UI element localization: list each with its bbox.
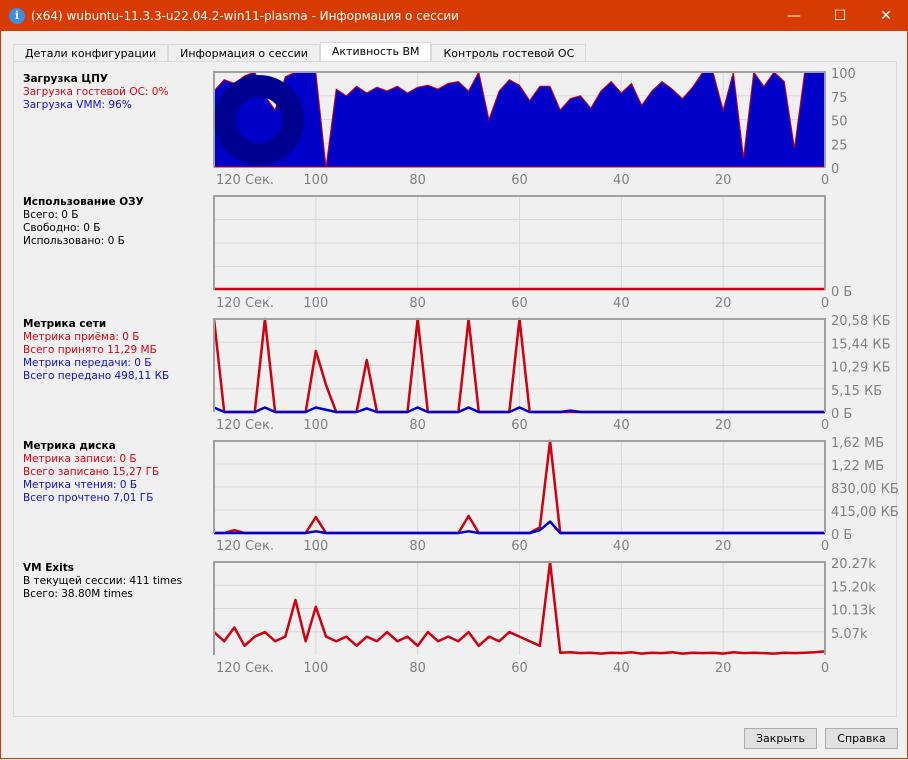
- ram-x-tick: 60: [511, 296, 528, 311]
- cpu-y-tick: 100: [831, 67, 856, 82]
- net-x-tick: 60: [511, 418, 528, 433]
- disk-y-tick: 1,62 МБ: [831, 436, 884, 451]
- disk-x-tick: 100: [303, 539, 328, 554]
- net-y-tick: 15,44 КБ: [831, 337, 891, 352]
- net-y-tick: 10,29 КБ: [831, 361, 891, 376]
- net-x-tick: 120 Сек.: [216, 418, 274, 433]
- disk-y-tick: 0 Б: [831, 528, 852, 543]
- exits-x-tick: 120 Сек.: [216, 661, 274, 676]
- net-x-tick: 0: [821, 418, 829, 433]
- ram-x-tick: 120 Сек.: [216, 296, 274, 311]
- cpu-x-tick: 0: [821, 173, 829, 188]
- help-button[interactable]: Справка: [825, 728, 898, 749]
- disk-x-tick: 40: [613, 539, 630, 554]
- net-x-tick: 100: [303, 418, 328, 433]
- exits-x-tick: 80: [409, 661, 426, 676]
- cpu-x-tick: 100: [303, 173, 328, 188]
- disk-x-tick: 120 Сек.: [216, 539, 274, 554]
- cpu-y-tick: 0: [831, 162, 839, 177]
- close-button[interactable]: Закрыть: [744, 728, 817, 749]
- disk-y-tick: 1,22 МБ: [831, 459, 884, 474]
- ram-x-tick: 20: [715, 296, 732, 311]
- net-y-tick: 5,15 КБ: [831, 384, 882, 399]
- exits-x-tick: 40: [613, 661, 630, 676]
- cpu-x-tick: 60: [511, 173, 528, 188]
- cpu-vmm-area: [213, 70, 826, 168]
- exits-x-tick: 60: [511, 661, 528, 676]
- exits-y-tick: 15.20k: [831, 580, 876, 595]
- disk-x-tick: 60: [511, 539, 528, 554]
- exits-x-tick: 100: [303, 661, 328, 676]
- net-x-tick: 20: [715, 418, 732, 433]
- charts: 120 Сек. 100 80 60 40 20 0 100 75 50 25 0 120 Сек. 10…: [212, 67, 899, 676]
- exits-x-tick: 20: [715, 661, 732, 676]
- exits-y-tick: 10.13k: [831, 604, 876, 619]
- ram-x-tick: 0: [821, 296, 829, 311]
- exits-y-tick: 20.27k: [831, 557, 876, 572]
- cpu-y-tick: 50: [831, 115, 848, 130]
- cpu-x-tick: 80: [409, 173, 426, 188]
- disk-y-tick: 415,00 КБ: [831, 505, 899, 520]
- cpu-y-tick: 25: [831, 138, 848, 153]
- net-y-tick: 0 Б: [831, 407, 852, 422]
- disk-y-tick: 830,00 КБ: [831, 482, 899, 497]
- cpu-x-tick: 40: [613, 173, 630, 188]
- disk-x-tick: 80: [409, 539, 426, 554]
- ram-y-tick: 0 Б: [831, 285, 852, 300]
- net-x-tick: 80: [409, 418, 426, 433]
- ram-x-tick: 40: [613, 296, 630, 311]
- disk-x-tick: 0: [821, 539, 829, 554]
- disk-x-tick: 20: [715, 539, 732, 554]
- exits-y-tick: 5.07k: [831, 627, 868, 642]
- ram-x-tick: 100: [303, 296, 328, 311]
- exits-x-tick: 0: [821, 661, 829, 676]
- cpu-y-tick: 75: [831, 91, 848, 106]
- cpu-x-tick: 20: [715, 173, 732, 188]
- net-y-tick: 20,58 КБ: [831, 314, 891, 329]
- ram-x-tick: 80: [409, 296, 426, 311]
- cpu-x-tick: 120 Сек.: [216, 173, 274, 188]
- net-x-tick: 40: [613, 418, 630, 433]
